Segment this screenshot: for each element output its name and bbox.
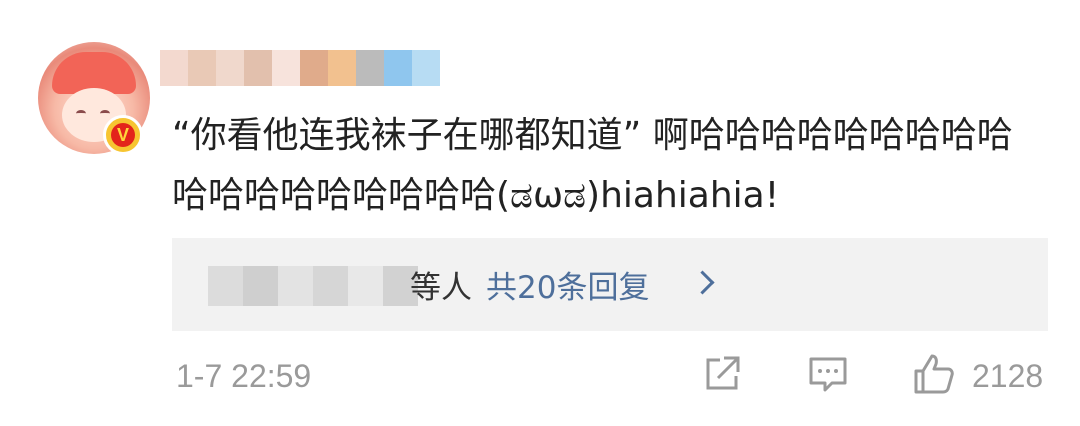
blur-block xyxy=(300,50,328,86)
username-blurred[interactable] xyxy=(160,50,445,86)
blur-block xyxy=(160,50,188,86)
verified-badge-letter: V xyxy=(111,123,135,147)
like-count: 2128 xyxy=(972,358,1044,394)
reply-count-link[interactable]: 共20条回复 xyxy=(486,262,649,307)
blur-block xyxy=(216,50,244,86)
blur-block xyxy=(328,50,356,86)
like-icon[interactable] xyxy=(912,352,956,396)
blur-block xyxy=(244,50,272,86)
reply-names-suffix: 等人 xyxy=(410,270,472,306)
blur-block xyxy=(272,50,300,86)
blur-block xyxy=(243,266,278,306)
avatar-eye-left xyxy=(76,110,86,117)
share-icon[interactable] xyxy=(700,352,744,396)
replies-preview[interactable]: 等人 共20条回复 xyxy=(172,238,1048,331)
blur-block xyxy=(313,266,348,306)
comment-timestamp: 1-7 22:59 xyxy=(176,358,312,394)
verified-badge: V xyxy=(103,115,143,155)
blur-block xyxy=(208,266,243,306)
blur-block xyxy=(356,50,384,86)
blur-block xyxy=(188,50,216,86)
comment-icon[interactable] xyxy=(806,352,850,396)
comment-text: “你看他连我袜子在哪都知道” 啊哈哈哈哈哈哈哈哈哈哈哈哈哈哈哈哈哈哈(ಡωಡ)h… xyxy=(172,115,1013,216)
reply-names-blurred xyxy=(208,266,418,306)
blur-block xyxy=(412,50,440,86)
chevron-right-icon[interactable] xyxy=(690,270,715,295)
avatar-eye-right xyxy=(100,110,110,117)
blur-block xyxy=(384,50,412,86)
blur-block xyxy=(348,266,383,306)
blur-block xyxy=(278,266,313,306)
